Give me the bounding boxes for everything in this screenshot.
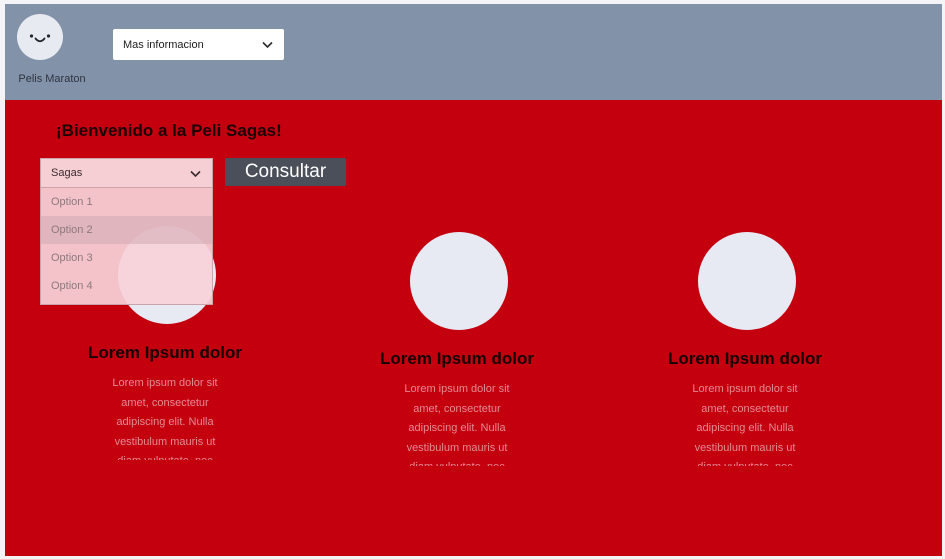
logo-label: Pelis Maraton: [18, 73, 86, 85]
consult-button[interactable]: Consultar: [225, 158, 346, 186]
saga-select[interactable]: Sagas: [40, 158, 213, 188]
more-info-select[interactable]: Mas informacion: [113, 29, 284, 60]
dropdown-option[interactable]: Option 2: [41, 216, 212, 244]
card-text: Lorem ipsum dolor sit amet, consectetur …: [404, 383, 510, 466]
card-title: Lorem Ipsum dolor: [380, 349, 534, 368]
card-text: Lorem ipsum dolor sit amet, consectetur …: [692, 383, 798, 466]
card-title: Lorem Ipsum dolor: [88, 343, 242, 362]
smiley-face-icon: [29, 34, 51, 43]
header: Pelis Maraton Mas informacion: [5, 4, 942, 100]
card-title: Lorem Ipsum dolor: [668, 349, 822, 368]
dropdown-option[interactable]: Option 4: [41, 272, 212, 300]
saga-select-value: Sagas: [51, 167, 83, 179]
page-title: ¡Bienvenido a la Peli Sagas!: [56, 121, 282, 140]
card-image: [410, 232, 508, 330]
card-image: [698, 232, 796, 330]
dropdown-option[interactable]: Option 3: [41, 244, 212, 272]
app-frame: Pelis Maraton Mas informacion ¡Bienvenid…: [5, 4, 942, 556]
saga-dropdown-menu: Option 1 Option 2 Option 3 Option 4: [40, 188, 213, 305]
chevron-down-icon: [262, 41, 273, 49]
card-text: Lorem ipsum dolor sit amet, consectetur …: [112, 377, 218, 460]
logo[interactable]: Pelis Maraton: [17, 14, 86, 85]
chevron-down-icon: [190, 170, 201, 177]
more-info-select-value: Mas informacion: [123, 38, 204, 51]
dropdown-option[interactable]: Option 1: [41, 188, 212, 216]
